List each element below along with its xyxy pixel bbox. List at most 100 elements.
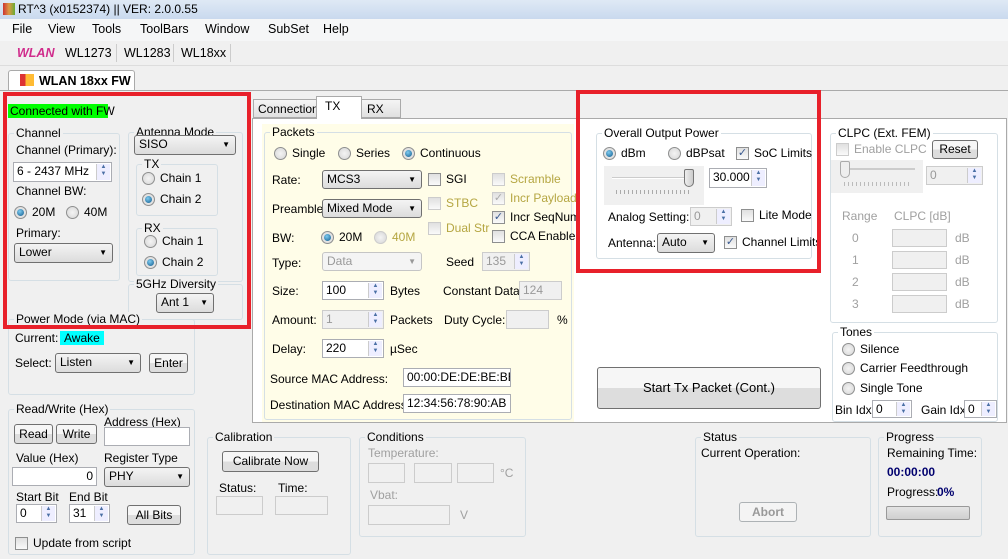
stbc-checkbox[interactable]: STBC <box>428 196 478 210</box>
menu-tools[interactable]: Tools <box>92 22 121 36</box>
gain-idx-spinner[interactable]: 0 ▲ ▼ <box>964 400 997 418</box>
title-bar: RT^3 (x0152374) || VER: 2.0.0.55 <box>0 0 1008 19</box>
menu-view[interactable]: View <box>48 22 75 36</box>
radio-silence[interactable]: Silence <box>842 342 899 356</box>
power-mode-select[interactable]: Listen ▼ <box>55 353 141 373</box>
type-select[interactable]: Data ▼ <box>322 252 422 271</box>
clpc-input-3[interactable] <box>892 295 947 313</box>
divider <box>116 44 117 62</box>
progress-label: Progress: <box>887 485 939 499</box>
abort-button[interactable]: Abort <box>739 502 797 522</box>
radio-bw-40m[interactable]: 40M <box>374 230 415 244</box>
dual-str-checkbox[interactable]: Dual Str <box>428 221 489 235</box>
radio-bw-20m[interactable]: 20M <box>321 230 362 244</box>
register-type-select[interactable]: PHY ▼ <box>104 467 190 487</box>
highlight-box <box>3 92 251 329</box>
enter-button[interactable]: Enter <box>149 353 188 373</box>
source-mac-input[interactable]: 00:00:DE:DE:BE:BE <box>403 368 511 387</box>
clpc-input-1[interactable] <box>892 251 947 269</box>
toolbar-brand: WLAN <box>17 46 55 60</box>
incr-payload-checkbox[interactable]: ✓ Incr Payload <box>492 191 577 205</box>
db-unit: dB <box>955 297 970 311</box>
destination-mac-input[interactable]: 12:34:56:78:90:AB <box>403 394 511 413</box>
group-title: Calibration <box>213 430 275 444</box>
clpc-spinner[interactable]: 0 ▲ ▼ <box>926 166 983 185</box>
db-unit: dB <box>955 275 970 289</box>
size-spinner[interactable]: 100 ▲ ▼ <box>322 281 384 300</box>
bw-label: BW: <box>272 231 295 245</box>
bytes-unit: Bytes <box>390 284 421 298</box>
radio-single[interactable]: Single <box>274 146 325 160</box>
toolbar-wl1283[interactable]: WL1283 <box>124 46 171 60</box>
progress-bar <box>886 506 970 520</box>
end-bit-spinner[interactable]: 31 ▲ ▼ <box>69 504 110 523</box>
radio-continuous[interactable]: Continuous <box>402 146 481 160</box>
divider <box>0 90 1008 91</box>
group-title: Progress <box>884 430 937 444</box>
start-tx-packet-button[interactable]: Start Tx Packet (Cont.) <box>597 367 821 409</box>
cal-status-label: Status: <box>219 481 257 495</box>
tab-rx[interactable]: RX <box>361 99 401 118</box>
update-from-script-checkbox[interactable]: Update from script <box>15 536 131 550</box>
start-bit-spinner[interactable]: 0 ▲ ▼ <box>16 504 57 523</box>
celsius-unit: °C <box>500 466 514 480</box>
calibrate-now-button[interactable]: Calibrate Now <box>222 451 319 472</box>
delay-label: Delay: <box>272 342 307 356</box>
volt-unit: V <box>460 508 469 522</box>
reset-button[interactable]: Reset <box>932 140 978 159</box>
toolbar-wl1273[interactable]: WL1273 <box>65 46 112 60</box>
delay-spinner[interactable]: 220 ▲ ▼ <box>322 339 384 358</box>
menu-subset[interactable]: SubSet <box>268 22 309 36</box>
percent-unit: % <box>557 313 568 327</box>
menu-file[interactable]: File <box>12 22 32 36</box>
menu-help[interactable]: Help <box>323 22 349 36</box>
constant-data-input[interactable]: 124 <box>519 281 562 300</box>
toolbar: WLAN WL1273 WL1283 WL18xx <box>0 41 1008 66</box>
gain-idx-label: Gain Idx <box>921 403 966 417</box>
scramble-checkbox[interactable]: Scramble <box>492 172 561 186</box>
rate-select[interactable]: MCS3 ▼ <box>322 170 422 189</box>
amount-spinner[interactable]: 1 ▲ ▼ <box>322 310 384 329</box>
incr-seqnum-checkbox[interactable]: ✓ Incr SeqNum <box>492 210 580 224</box>
clpc-db-header: CLPC [dB] <box>894 209 951 223</box>
read-button[interactable]: Read <box>14 424 53 444</box>
sgi-checkbox[interactable]: SGI <box>428 172 467 186</box>
enable-clpc-checkbox[interactable]: Enable CLPC <box>836 142 927 156</box>
value-input[interactable]: 0 <box>12 467 97 486</box>
power-state-badge: Awake <box>60 331 104 345</box>
clpc-input-2[interactable] <box>892 273 947 291</box>
radio-single-tone[interactable]: Single Tone <box>842 381 923 395</box>
duty-cycle-input[interactable] <box>506 310 549 329</box>
slider-thumb[interactable] <box>840 161 850 178</box>
group-title: Conditions <box>365 430 426 444</box>
preamble-select[interactable]: Mixed Mode ▼ <box>322 199 422 218</box>
write-button[interactable]: Write <box>56 424 97 444</box>
constant-data-label: Constant Data <box>443 284 520 298</box>
tab-tx[interactable]: TX <box>316 96 362 119</box>
bin-idx-label: Bin Idx <box>835 403 872 417</box>
window-title: RT^3 (x0152374) || VER: 2.0.0.55 <box>18 2 198 16</box>
range-3: 3 <box>852 297 859 311</box>
amount-label: Amount: <box>272 313 317 327</box>
range-2: 2 <box>852 275 859 289</box>
tab-connection[interactable]: Connection <box>253 99 319 118</box>
radio-carrier-feedthrough[interactable]: Carrier Feedthrough <box>842 361 968 375</box>
group-title: CLPC (Ext. FEM) <box>836 126 933 140</box>
temperature-field-2 <box>414 463 452 483</box>
size-label: Size: <box>272 284 299 298</box>
toolbar-wl18xx[interactable]: WL18xx <box>181 46 226 60</box>
bin-idx-spinner[interactable]: 0 ▲ ▼ <box>872 400 912 418</box>
clpc-slider[interactable] <box>831 160 923 193</box>
address-input[interactable] <box>104 427 190 446</box>
duty-cycle-label: Duty Cycle: <box>444 313 506 327</box>
radio-series[interactable]: Series <box>338 146 390 160</box>
clpc-input-0[interactable] <box>892 229 947 247</box>
menu-toolbars[interactable]: ToolBars <box>140 22 189 36</box>
source-mac-label: Source MAC Address: <box>270 372 389 386</box>
cca-enable-checkbox[interactable]: CCA Enable <box>492 229 575 243</box>
seed-spinner[interactable]: 135 ▲ ▼ <box>482 252 530 271</box>
menu-window[interactable]: Window <box>205 22 249 36</box>
tab-icon <box>20 74 34 86</box>
vbat-label: Vbat: <box>370 488 399 502</box>
all-bits-button[interactable]: All Bits <box>127 505 181 525</box>
